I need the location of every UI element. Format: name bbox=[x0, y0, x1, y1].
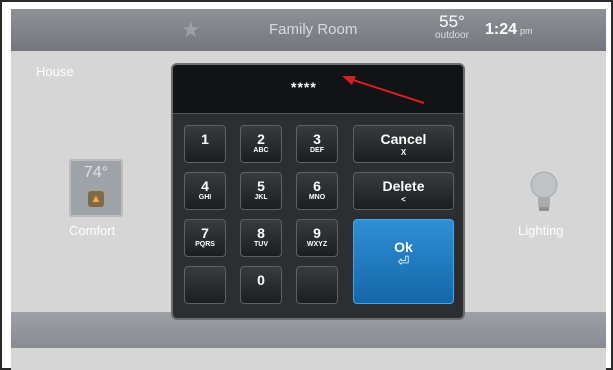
key-blank-right[interactable] bbox=[296, 266, 338, 304]
key-2[interactable]: 2 ABC bbox=[240, 125, 282, 163]
passcode-masked-text: **** bbox=[291, 79, 317, 95]
key-6[interactable]: 6 MNO bbox=[296, 172, 338, 210]
clock: 1:24 pm bbox=[485, 21, 533, 39]
key-6-digit: 6 bbox=[313, 178, 321, 194]
key-9-digit: 9 bbox=[313, 225, 321, 241]
outdoor-temperature: 55° outdoor bbox=[431, 12, 473, 42]
key-8-letters: TUV bbox=[254, 241, 268, 248]
key-1-digit: 1 bbox=[201, 131, 209, 147]
key-4-letters: GHI bbox=[198, 194, 212, 201]
key-8-digit: 8 bbox=[257, 225, 265, 241]
key-8[interactable]: 8 TUV bbox=[240, 219, 282, 257]
key-5-digit: 5 bbox=[257, 178, 265, 194]
key-7-digit: 7 bbox=[201, 225, 209, 241]
key-5-letters: JKL bbox=[254, 194, 268, 201]
delete-sub: < bbox=[401, 195, 406, 204]
lighting-label[interactable]: Lighting bbox=[518, 223, 564, 238]
key-2-letters: ABC bbox=[253, 147, 269, 154]
key-4[interactable]: 4 GHI bbox=[184, 172, 226, 210]
key-2-digit: 2 bbox=[257, 131, 265, 147]
key-3[interactable]: 3 DEF bbox=[296, 125, 338, 163]
red-arrow bbox=[342, 76, 425, 104]
flame-icon: ▲ bbox=[88, 191, 104, 207]
key-0[interactable]: 0 bbox=[240, 266, 282, 304]
key-9-letters: WXYZ bbox=[306, 241, 328, 248]
delete-label: Delete bbox=[382, 178, 425, 194]
clock-ampm: pm bbox=[520, 26, 533, 36]
home-panel: ★ Family Room 55° outdoor 1:24 pm House 7… bbox=[11, 9, 606, 370]
key-4-digit: 4 bbox=[201, 178, 209, 194]
cancel-button[interactable]: Cancel X bbox=[353, 125, 454, 163]
passcode-dialog: **** 1 2 ABC 3 DEF 4 GHI 5 JKL 6 MNO 7 P… bbox=[171, 63, 465, 320]
key-1[interactable]: 1 bbox=[184, 125, 226, 163]
key-6-letters: MNO bbox=[308, 194, 326, 201]
delete-button[interactable]: Delete < bbox=[353, 172, 454, 210]
comfort-label[interactable]: Comfort bbox=[69, 223, 115, 238]
ok-button[interactable]: Ok ⏎ bbox=[353, 219, 454, 304]
comfort-tile[interactable]: 74° ▲ bbox=[69, 159, 123, 217]
comfort-temperature: 74° bbox=[83, 164, 109, 181]
lightbulb-icon[interactable] bbox=[524, 167, 564, 217]
key-3-digit: 3 bbox=[313, 131, 321, 147]
section-label: House bbox=[36, 64, 74, 79]
key-blank-left[interactable] bbox=[184, 266, 226, 304]
key-3-letters: DEF bbox=[310, 147, 324, 154]
room-name[interactable]: Family Room bbox=[269, 21, 357, 38]
top-bar: ★ Family Room 55° outdoor 1:24 pm bbox=[11, 9, 606, 51]
star-icon[interactable]: ★ bbox=[181, 17, 201, 43]
passcode-display: **** bbox=[173, 65, 463, 114]
outdoor-temp-label: outdoor bbox=[435, 30, 469, 41]
enter-icon: ⏎ bbox=[397, 253, 410, 269]
key-7-letters: PQRS bbox=[195, 241, 215, 248]
key-0-digit: 0 bbox=[257, 272, 265, 288]
key-9[interactable]: 9 WXYZ bbox=[296, 219, 338, 257]
cancel-label: Cancel bbox=[380, 131, 427, 147]
cancel-sub: X bbox=[400, 148, 407, 157]
touchscreen-frame: ★ Family Room 55° outdoor 1:24 pm House 7… bbox=[0, 0, 613, 370]
clock-time: 1:24 bbox=[485, 21, 518, 38]
outdoor-temp-value: 55° bbox=[439, 12, 465, 31]
key-5[interactable]: 5 JKL bbox=[240, 172, 282, 210]
key-7[interactable]: 7 PQRS bbox=[184, 219, 226, 257]
